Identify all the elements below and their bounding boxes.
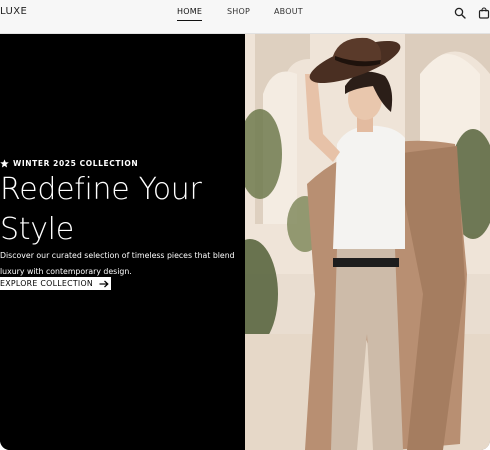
page: LUXE HOME SHOP ABOUT WINTER 2025 COLLECT… — [0, 0, 490, 450]
fashion-model-photo — [245, 34, 490, 450]
nav-about[interactable]: ABOUT — [274, 7, 303, 20]
hero-description: Discover our curated selection of timele… — [0, 251, 235, 276]
site-header: LUXE HOME SHOP ABOUT — [0, 0, 490, 34]
nav-shop[interactable]: SHOP — [227, 7, 250, 20]
main-nav: HOME SHOP ABOUT — [0, 0, 490, 33]
collection-eyebrow: WINTER 2025 COLLECTION — [0, 157, 138, 169]
explore-collection-button[interactable]: EXPLORE COLLECTION — [0, 277, 112, 290]
headline-line-2: Style — [0, 212, 74, 247]
headline-line-1: Redefine Your — [0, 172, 202, 207]
arrow-right-icon — [99, 280, 109, 287]
star-icon — [0, 158, 9, 167]
nav-home[interactable]: HOME — [177, 7, 203, 21]
hero-text-panel: WINTER 2025 COLLECTION Redefine Your Sty… — [0, 34, 245, 450]
shopping-bag-icon[interactable] — [478, 7, 490, 19]
eyebrow-text: WINTER 2025 COLLECTION — [13, 158, 139, 168]
search-icon[interactable] — [454, 7, 466, 19]
cta-label: EXPLORE COLLECTION — [0, 279, 94, 288]
hero-headline: Redefine Your Style — [0, 170, 245, 250]
hero-image-panel — [245, 34, 490, 450]
